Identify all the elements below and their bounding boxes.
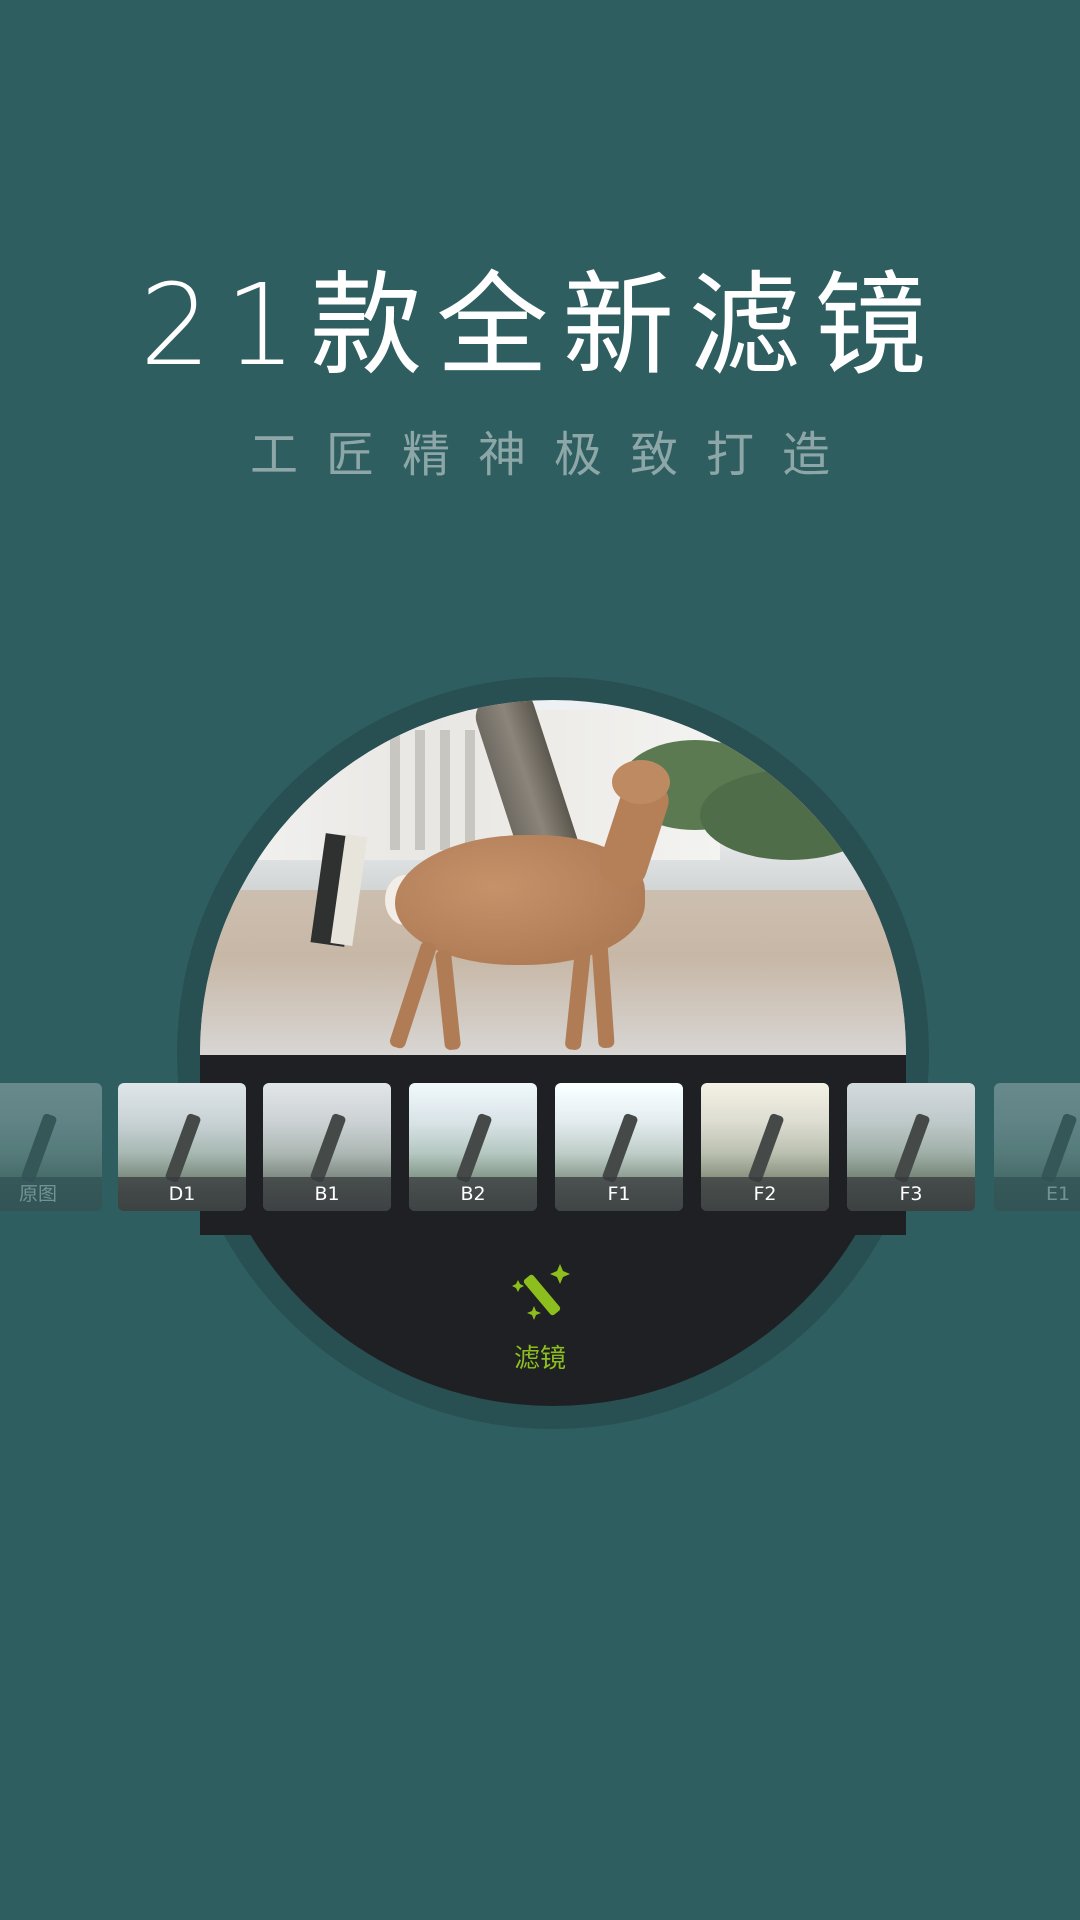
- filter-label: B1: [263, 1177, 391, 1211]
- filter-thumb-f1[interactable]: F1: [555, 1083, 683, 1211]
- filter-label: B2: [409, 1177, 537, 1211]
- filter-label: 原图: [0, 1177, 102, 1211]
- filter-thumb-b1[interactable]: B1: [263, 1083, 391, 1211]
- filter-strip[interactable]: 原图 D1 B1 B2 F1 F2 F3 E1: [0, 1055, 1080, 1235]
- filter-label: E1: [994, 1177, 1080, 1211]
- editor-preview-circle: 滤镜: [200, 700, 906, 1406]
- filter-label: F3: [847, 1177, 975, 1211]
- magic-wand-icon: [512, 1264, 570, 1320]
- filter-thumb-e1[interactable]: E1: [994, 1083, 1080, 1211]
- filter-thumb-f2[interactable]: F2: [701, 1083, 829, 1211]
- photo-preview: [200, 700, 906, 1056]
- filter-label: F2: [701, 1177, 829, 1211]
- filter-label: D1: [118, 1177, 246, 1211]
- headline: 21款全新滤镜: [139, 261, 941, 391]
- filter-tool-label: 滤镜: [513, 1344, 566, 1374]
- filter-tool-button[interactable]: 滤镜: [490, 1262, 590, 1382]
- filter-thumb-original[interactable]: 原图: [0, 1083, 102, 1211]
- filter-label: F1: [555, 1177, 683, 1211]
- filter-thumb-b2[interactable]: B2: [409, 1083, 537, 1211]
- filter-thumb-f3[interactable]: F3: [847, 1083, 975, 1211]
- filter-thumb-d1[interactable]: D1: [118, 1083, 246, 1211]
- subheadline: 工匠精神极致打造: [249, 427, 858, 483]
